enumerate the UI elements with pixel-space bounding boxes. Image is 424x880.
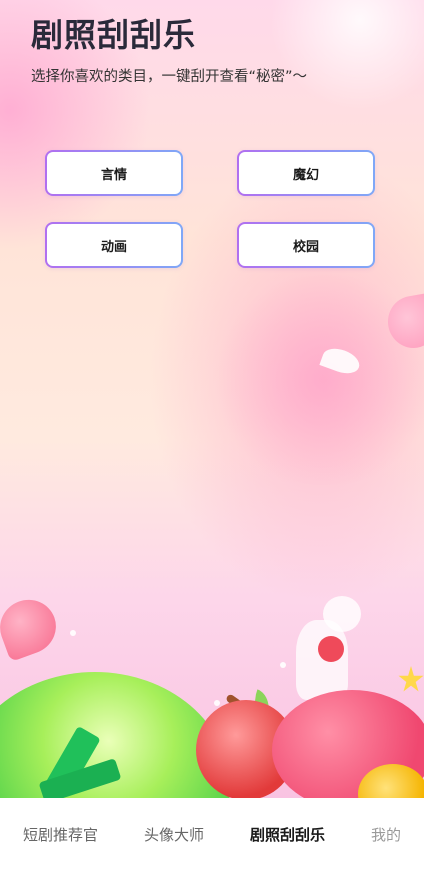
page-title: 剧照刮刮乐 [31, 16, 197, 54]
page-subtitle: 选择你喜欢的类目，一键刮开查看“秘密”～ [31, 69, 308, 85]
category-button-fantasy[interactable]: 魔幻 [237, 150, 375, 196]
apple-icon [318, 636, 344, 662]
girl-head-illustration [323, 596, 361, 632]
sparkle-icon [214, 700, 220, 706]
sparkle-icon [280, 662, 286, 668]
category-button-romance[interactable]: 言情 [45, 150, 183, 196]
hero-background: 剧照刮刮乐 选择你喜欢的类目，一键刮开查看“秘密”～ 言情 魔幻 动画 校园 [0, 0, 424, 798]
category-button-animation[interactable]: 动画 [45, 222, 183, 268]
girl-figure-illustration [296, 620, 348, 700]
star-icon [398, 666, 424, 692]
tab-avatar-master[interactable]: 头像大师 [140, 818, 208, 851]
tab-drama-recommender[interactable]: 短剧推荐官 [19, 818, 102, 851]
heart-balloon-icon [0, 592, 64, 662]
bottom-tab-bar: 短剧推荐官 头像大师 剧照刮刮乐 我的 [0, 798, 424, 880]
tab-mine[interactable]: 我的 [367, 818, 405, 851]
tab-still-scratch-card[interactable]: 剧照刮刮乐 [246, 818, 329, 851]
sparkle-icon [70, 630, 76, 636]
category-button-campus[interactable]: 校园 [237, 222, 375, 268]
